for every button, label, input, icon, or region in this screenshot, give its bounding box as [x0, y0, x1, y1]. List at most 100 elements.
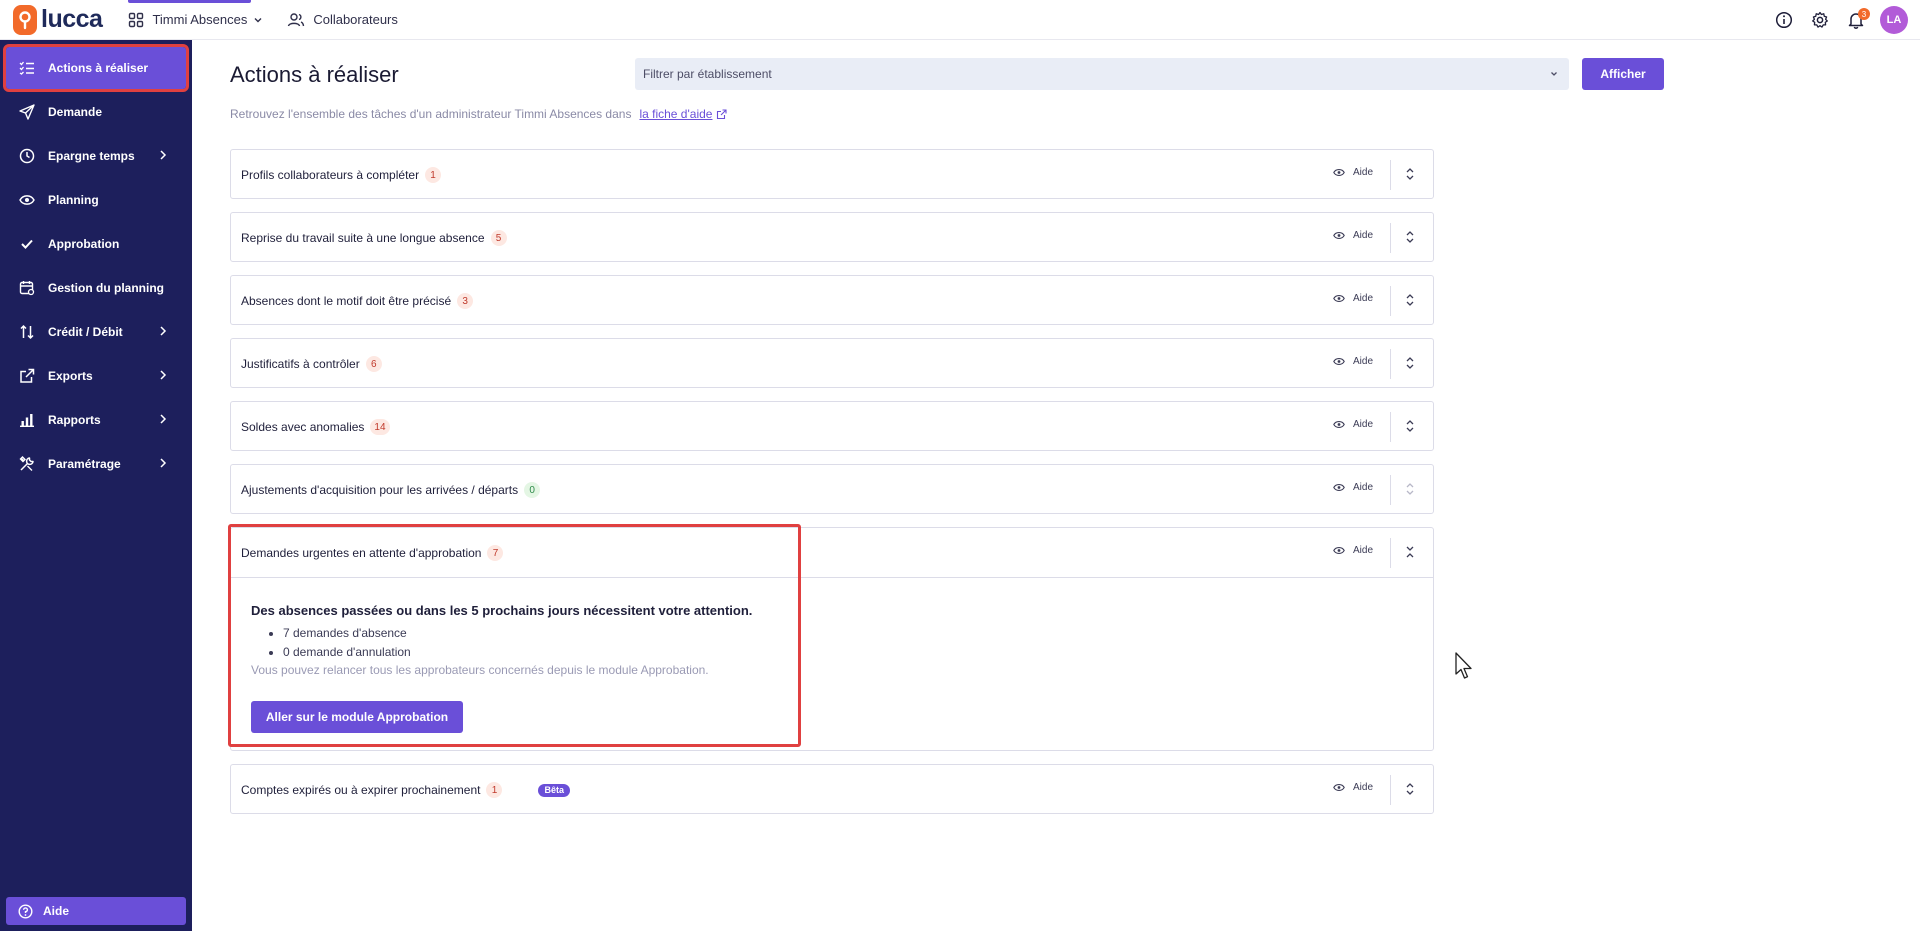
expand-icon[interactable]	[1405, 167, 1415, 181]
action-card-expanded[interactable]: Demandes urgentes en attente d'approbati…	[228, 524, 1434, 751]
sidebar-item-gestion-planning[interactable]: Gestion du planning	[6, 267, 186, 309]
action-card[interactable]: Comptes expirés ou à expirer prochaineme…	[230, 764, 1434, 814]
expand-icon[interactable]	[1405, 419, 1415, 433]
arrows-updown-icon	[18, 323, 36, 341]
aide-button[interactable]: Aide	[1333, 782, 1373, 793]
action-card-label: Ajustements d'acquisition pour les arriv…	[241, 482, 541, 498]
action-card[interactable]: Ajustements d'acquisition pour les arriv…	[230, 464, 1434, 514]
expanded-lead-text: Des absences passées ou dans les 5 proch…	[251, 603, 753, 618]
sidebar-item-exports[interactable]: Exports	[6, 355, 186, 397]
list-item: 0 demande d'annulation	[283, 643, 752, 662]
page-subtitle-text: Retrouvez l'ensemble des tâches d'un adm…	[230, 107, 632, 121]
sidebar-item-demande[interactable]: Demande	[6, 91, 186, 133]
expand-icon[interactable]	[1405, 293, 1415, 307]
sidebar-item-parametrage[interactable]: Paramétrage	[6, 443, 186, 485]
bell-icon[interactable]: 3	[1844, 8, 1870, 32]
action-card[interactable]: Reprise du travail suite à une longue ab…	[230, 212, 1434, 262]
action-card[interactable]: Absences dont le motif doit être précisé…	[230, 275, 1434, 325]
aide-label: Aide	[1352, 782, 1373, 793]
show-button[interactable]: Afficher	[1582, 58, 1664, 90]
action-card-title: Soldes avec anomalies	[241, 420, 365, 434]
paper-plane-icon	[18, 103, 36, 121]
sidebar-item-label: Approbation	[48, 237, 120, 251]
list-item: 7 demandes d'absence	[283, 624, 752, 643]
aide-label: Aide	[1352, 230, 1373, 241]
avatar[interactable]: LA	[1880, 6, 1908, 34]
aide-button[interactable]: Aide	[1333, 356, 1373, 367]
count-badge: 7	[487, 545, 504, 561]
action-card-title: Ajustements d'acquisition pour les arriv…	[241, 483, 519, 497]
sidebar-item-credit-debit[interactable]: Crédit / Débit	[6, 311, 186, 353]
aide-button[interactable]: Aide	[1333, 167, 1373, 178]
aide-button[interactable]: Aide	[1333, 293, 1373, 304]
expand-icon[interactable]	[1405, 782, 1415, 796]
sidebar-item-label: Actions à réaliser	[48, 61, 149, 75]
action-card-label: Justificatifs à contrôler 6	[241, 356, 382, 372]
expanded-list: 7 demandes d'absence 0 demande d'annulat…	[283, 624, 752, 662]
expand-icon[interactable]	[1405, 356, 1415, 370]
users-icon	[288, 12, 305, 26]
sidebar-item-label: Exports	[48, 369, 93, 383]
eye-icon	[1333, 232, 1345, 239]
sidebar: Actions à réaliser Demande Epargne temps…	[0, 40, 192, 931]
establishment-filter-placeholder: Filtrer par établissement	[643, 67, 772, 81]
expand-icon[interactable]	[1405, 230, 1415, 244]
action-card-label: Reprise du travail suite à une longue ab…	[241, 230, 507, 246]
count-badge: 1	[425, 167, 442, 183]
action-card[interactable]: Profils collaborateurs à compléter 1 Aide	[230, 149, 1434, 199]
page-subtitle: Retrouvez l'ensemble des tâches d'un adm…	[230, 107, 728, 121]
aide-label: Aide	[1352, 356, 1373, 367]
action-card-title: Profils collaborateurs à compléter	[241, 168, 420, 182]
sidebar-item-label: Paramétrage	[48, 457, 121, 471]
sidebar-item-planning[interactable]: Planning	[6, 179, 186, 221]
go-to-approbation-button[interactable]: Aller sur le module Approbation	[251, 701, 463, 733]
sidebar-item-epargne-temps[interactable]: Epargne temps	[6, 135, 186, 177]
aide-button[interactable]: Aide	[1333, 545, 1373, 556]
action-card-title: Comptes expirés ou à expirer prochaineme…	[241, 783, 481, 797]
sidebar-item-actions[interactable]: Actions à réaliser	[3, 44, 189, 92]
sidebar-help-button[interactable]: Aide	[6, 897, 186, 925]
expand-icon[interactable]	[1405, 482, 1415, 496]
divider	[1390, 160, 1391, 190]
info-icon[interactable]	[1772, 8, 1796, 32]
chevron-right-icon	[160, 150, 167, 160]
divider	[1390, 475, 1391, 505]
chevron-down-icon	[254, 17, 262, 22]
help-sheet-link[interactable]: la fiche d'aide	[639, 107, 712, 121]
action-card[interactable]: Justificatifs à contrôler 6 Aide	[230, 338, 1434, 388]
divider	[1390, 775, 1391, 805]
aide-button[interactable]: Aide	[1333, 482, 1373, 493]
external-link-icon	[717, 109, 728, 120]
notification-count-badge: 3	[1858, 8, 1870, 20]
app-switcher[interactable]: Timmi Absences	[128, 0, 263, 40]
aide-button[interactable]: Aide	[1333, 419, 1373, 430]
collapse-icon[interactable]	[1405, 545, 1415, 559]
establishment-filter-select[interactable]: Filtrer par établissement	[635, 58, 1569, 90]
calendar-gear-icon	[18, 279, 36, 297]
action-card-label: Profils collaborateurs à compléter 1	[241, 167, 442, 183]
sidebar-item-approbation[interactable]: Approbation	[6, 223, 186, 265]
checklist-icon	[18, 59, 36, 77]
eye-icon	[1333, 295, 1345, 302]
divider	[1390, 538, 1391, 568]
count-badge: 3	[457, 293, 474, 309]
brand-name: lucca	[41, 5, 103, 33]
eye-icon	[1333, 484, 1345, 491]
sidebar-item-label: Crédit / Débit	[48, 325, 123, 339]
page-title: Actions à réaliser	[230, 62, 399, 87]
eye-icon	[1333, 421, 1345, 428]
collaborateurs-label: Collaborateurs	[313, 12, 398, 27]
mouse-cursor-icon	[1455, 652, 1472, 679]
lucca-logo[interactable]: lucca	[13, 4, 103, 35]
count-badge: 1	[486, 782, 503, 798]
sidebar-item-rapports[interactable]: Rapports	[6, 399, 186, 441]
check-icon	[18, 235, 36, 253]
collaborateurs-link[interactable]: Collaborateurs	[287, 0, 398, 40]
chevron-right-icon	[160, 414, 167, 424]
gear-icon[interactable]	[1808, 8, 1832, 32]
action-card-label: Absences dont le motif doit être précisé…	[241, 293, 474, 309]
action-card[interactable]: Soldes avec anomalies 14 Aide	[230, 401, 1434, 451]
aide-label: Aide	[1352, 545, 1373, 556]
action-card-title: Demandes urgentes en attente d'approbati…	[241, 546, 482, 560]
aide-button[interactable]: Aide	[1333, 230, 1373, 241]
